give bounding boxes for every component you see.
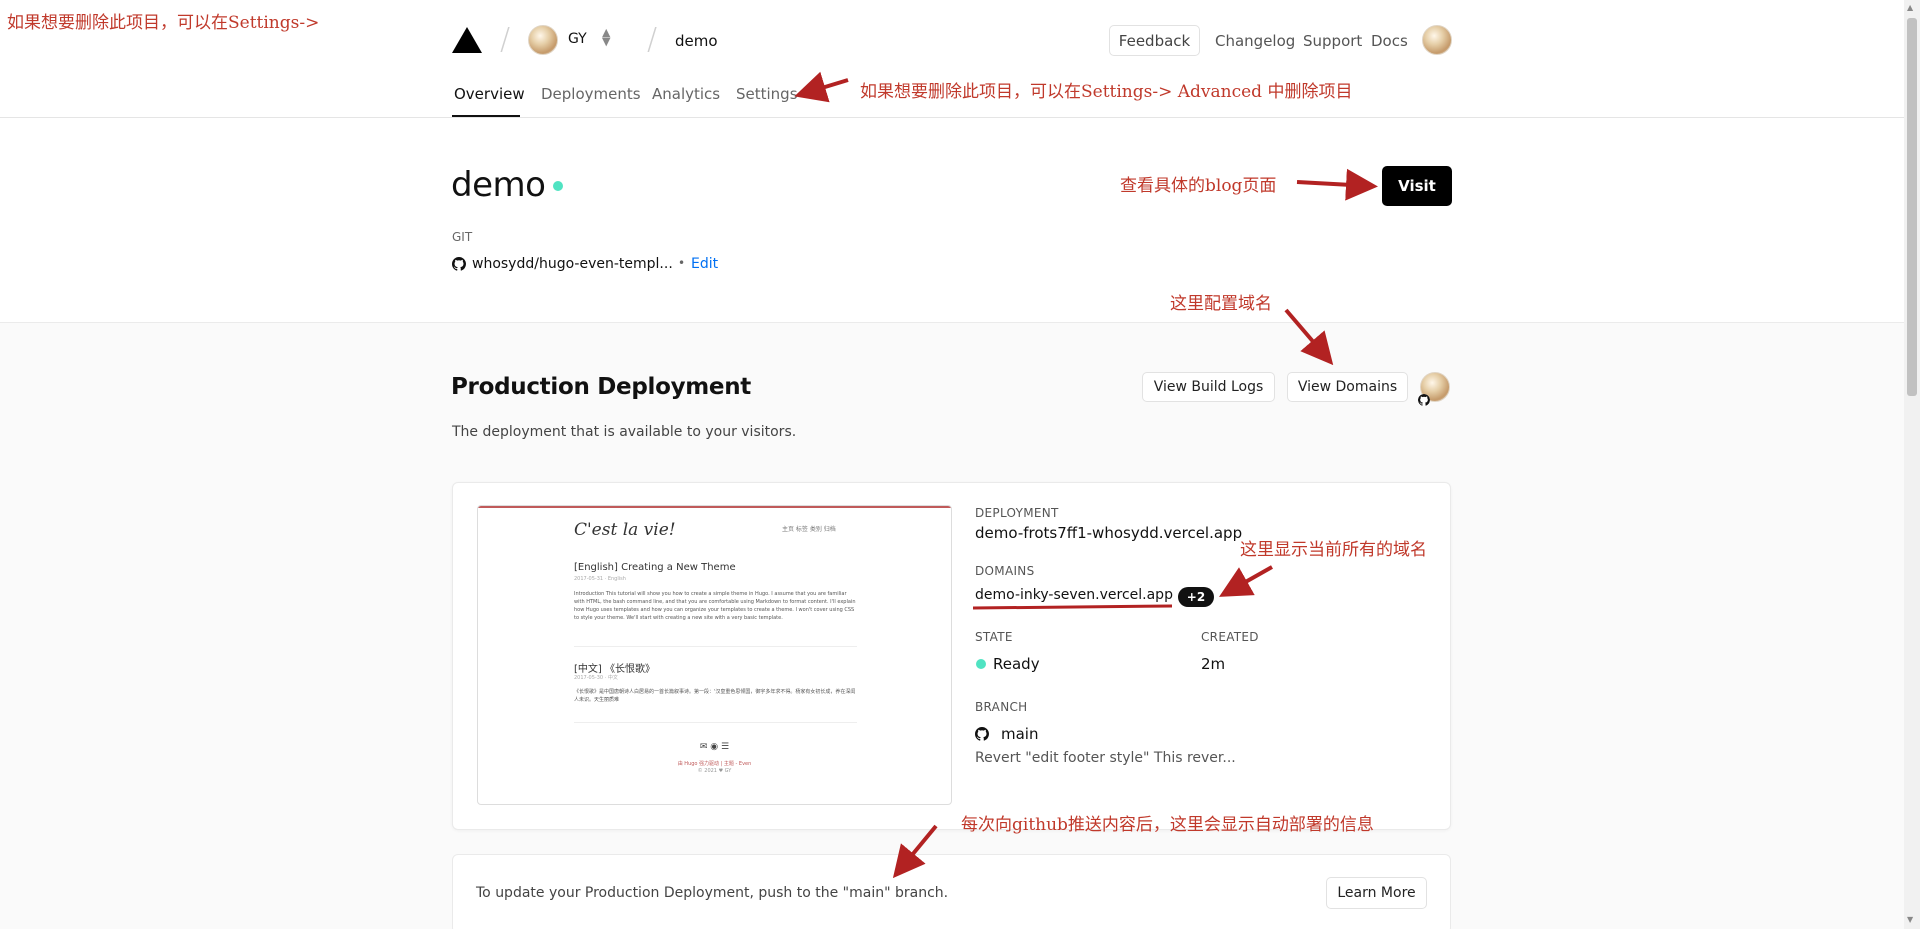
vercel-logo-icon[interactable] xyxy=(452,27,482,53)
commit-message[interactable]: Revert "edit footer style" This rever... xyxy=(975,750,1236,766)
scroll-thumb[interactable] xyxy=(1907,18,1917,396)
production-deployment-title: Production Deployment xyxy=(451,374,752,400)
scroll-up-icon[interactable]: ▲ xyxy=(1907,3,1913,12)
deployment-label: DEPLOYMENT xyxy=(975,506,1059,520)
annotation-settings: 如果想要删除此项目，可以在Settings-> Advanced 中删除项目 xyxy=(860,82,1353,102)
changelog-link[interactable]: Changelog xyxy=(1215,32,1295,50)
visit-button[interactable]: Visit xyxy=(1382,166,1452,206)
github-badge-icon xyxy=(1418,394,1430,406)
created-value: 2m xyxy=(1201,655,1226,673)
production-deployment-description: The deployment that is available to your… xyxy=(452,424,797,440)
breadcrumb-separator: / xyxy=(500,22,511,57)
breadcrumb-project[interactable]: demo xyxy=(675,32,718,50)
preview-footer-line2: © 2021 ♥ GY xyxy=(697,768,732,774)
state-value: Ready xyxy=(993,655,1040,673)
created-label: CREATED xyxy=(1201,630,1259,644)
preview-post2-title: [中文] 《长恨歌》 xyxy=(574,664,655,675)
deployment-url[interactable]: demo-frots7ff1-whosydd.vercel.app xyxy=(975,524,1242,542)
view-domains-button[interactable]: View Domains xyxy=(1287,372,1408,402)
github-icon xyxy=(975,727,989,741)
domains-label: DOMAINS xyxy=(975,564,1035,578)
active-tab-indicator xyxy=(452,115,520,117)
view-build-logs-button[interactable]: View Build Logs xyxy=(1142,372,1275,402)
breadcrumb-separator: / xyxy=(647,22,658,57)
preview-divider xyxy=(574,646,857,647)
domain-link[interactable]: demo-inky-seven.vercel.app xyxy=(975,587,1173,603)
chevron-updown-icon[interactable]: ▲ ▼ xyxy=(602,27,610,47)
branch-label: BRANCH xyxy=(975,700,1028,714)
separator-bullet: • xyxy=(678,256,686,270)
team-avatar[interactable] xyxy=(528,25,558,55)
preview-post1-title: [English] Creating a New Theme xyxy=(574,562,736,573)
scroll-down-icon[interactable]: ▼ xyxy=(1907,915,1913,924)
edit-git-link[interactable]: Edit xyxy=(691,256,718,272)
more-domains-badge[interactable]: +2 xyxy=(1178,587,1214,607)
annotation-visit: 查看具体的blog页面 xyxy=(1120,176,1277,196)
annotation-top-left: 如果想要删除此项目，可以在Settings-> xyxy=(7,13,320,33)
github-icon xyxy=(452,257,466,271)
preview-post2-meta: 2017-05-30 · 中文 xyxy=(574,675,618,681)
preview-post2-excerpt: 《长恨歌》是中国唐朝诗人白居易的一首长篇叙事诗。第一段：'汉皇重色思倾国，御宇多… xyxy=(574,689,856,703)
annotation-auto-deploy: 每次向github推送内容后，这里会显示自动部署的信息 xyxy=(961,815,1374,835)
preview-post1-meta: 2017-05-31 · English xyxy=(574,576,626,582)
ready-status-dot xyxy=(976,659,986,669)
learn-more-button[interactable]: Learn More xyxy=(1326,877,1427,909)
feedback-button[interactable]: Feedback xyxy=(1109,25,1200,56)
git-repo-link[interactable]: whosydd/hugo-even-templ... xyxy=(472,256,673,272)
support-link[interactable]: Support xyxy=(1303,32,1362,50)
docs-link[interactable]: Docs xyxy=(1371,32,1408,50)
preview-top-border xyxy=(478,506,951,508)
preview-nav: 主页 标签 类别 归档 xyxy=(782,526,836,533)
user-avatar[interactable] xyxy=(1422,25,1452,55)
annotation-all-domains: 这里显示当前所有的域名 xyxy=(1240,540,1427,560)
team-name[interactable]: GY xyxy=(568,31,587,47)
state-label: STATE xyxy=(975,630,1013,644)
project-header-section xyxy=(0,118,1904,323)
preview-social-icons: ✉ ◉ ☰ xyxy=(699,742,730,752)
tab-deployments[interactable]: Deployments xyxy=(541,85,641,103)
status-dot xyxy=(553,181,563,191)
project-title: demo xyxy=(451,165,546,205)
preview-divider xyxy=(574,722,857,723)
deployment-preview-thumbnail[interactable]: C'est la vie! 主页 标签 类别 归档 [English] Crea… xyxy=(477,505,952,805)
tab-settings[interactable]: Settings xyxy=(736,85,798,103)
git-label: GIT xyxy=(452,230,473,244)
preview-site-title: C'est la vie! xyxy=(574,520,676,540)
annotation-domains-config: 这里配置域名 xyxy=(1170,294,1272,314)
preview-post1-excerpt: Introduction This tutorial will show you… xyxy=(574,591,856,621)
update-info-text: To update your Production Deployment, pu… xyxy=(476,885,949,901)
branch-value[interactable]: main xyxy=(1001,725,1038,743)
tab-overview[interactable]: Overview xyxy=(454,85,525,103)
preview-footer-line1: 由 Hugo 强力驱动 | 主题 - Even xyxy=(677,761,752,767)
tab-analytics[interactable]: Analytics xyxy=(652,85,720,103)
